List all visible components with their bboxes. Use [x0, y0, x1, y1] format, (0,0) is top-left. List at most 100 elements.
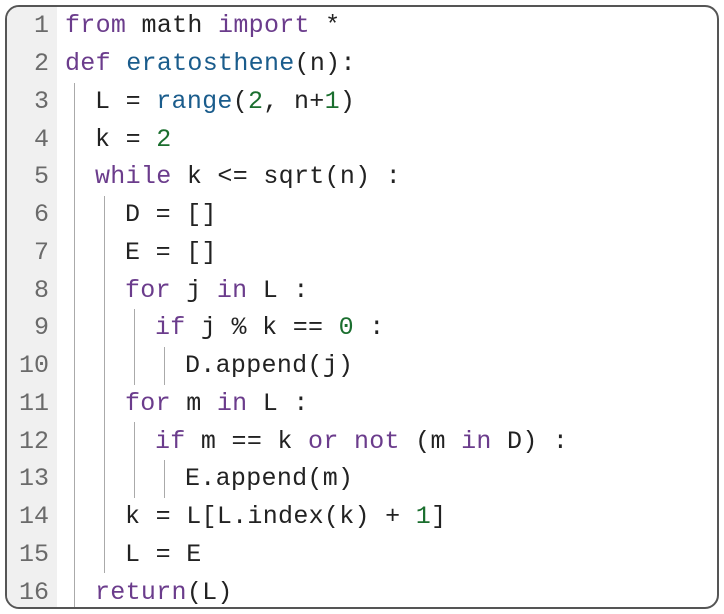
code-line: 14k = L[L.index(k) + 1]	[7, 498, 717, 536]
code-token: D) :	[507, 427, 568, 456]
code-token: D.append(j)	[185, 351, 353, 380]
line-number: 10	[7, 347, 57, 385]
line-number: 5	[7, 158, 57, 196]
code-token: in	[461, 427, 507, 456]
code-token: :	[354, 313, 385, 342]
code-line: 7E = []	[7, 234, 717, 272]
line-number: 12	[7, 422, 57, 460]
indent-guide	[104, 460, 105, 498]
code-content: def eratosthene(n):	[57, 45, 356, 83]
line-number: 2	[7, 45, 57, 83]
code-line: 5while k <= sqrt(n) :	[7, 158, 717, 196]
indent-guide	[104, 536, 105, 574]
indent-guide	[164, 460, 165, 498]
code-line: 16 return(L)	[7, 573, 717, 609]
code-token: L =	[95, 87, 156, 116]
code-token: m == k	[201, 427, 308, 456]
indent-guide	[104, 271, 105, 309]
code-line: 10 D.append(j)	[7, 347, 717, 385]
code-content: for j in L :	[57, 271, 309, 309]
code-line: 13 E.append(m)	[7, 460, 717, 498]
code-editor: 1from math import *2def eratosthene(n):3…	[5, 5, 719, 609]
code-token: if	[155, 427, 201, 456]
indent-guide	[104, 234, 105, 272]
code-token: L :	[263, 389, 309, 418]
code-line: 11 for m in L :	[7, 385, 717, 423]
code-token: m	[186, 389, 217, 418]
indent-guide	[74, 536, 75, 574]
code-token: or not	[308, 427, 415, 456]
indent-guide	[134, 422, 135, 460]
code-line: 12if m == k or not (m in D) :	[7, 422, 717, 460]
line-number: 11	[7, 385, 57, 423]
code-token: eratosthene	[126, 49, 294, 78]
code-token: for	[125, 276, 186, 305]
code-token: ]	[431, 502, 446, 531]
code-token: k =	[95, 125, 156, 154]
indent-guide	[104, 196, 105, 234]
line-number: 3	[7, 83, 57, 121]
code-token: 1	[416, 502, 431, 531]
code-content: k = 2	[57, 120, 172, 158]
code-token: 2	[156, 125, 171, 154]
indent-guide	[74, 120, 75, 158]
code-token: from	[65, 11, 142, 40]
code-token: L :	[263, 276, 309, 305]
indent-guide	[104, 309, 105, 347]
indent-guide	[104, 347, 105, 385]
line-number: 15	[7, 536, 57, 574]
code-line: 3L = range(2, n+1)	[7, 83, 717, 121]
indent-guide	[74, 347, 75, 385]
code-token: (m	[415, 427, 461, 456]
code-token: math	[142, 11, 219, 40]
indent-guide	[74, 385, 75, 423]
indent-guide	[74, 573, 75, 609]
indent-guide	[74, 309, 75, 347]
line-number: 7	[7, 234, 57, 272]
code-line: 2def eratosthene(n):	[7, 45, 717, 83]
code-token: for	[125, 389, 186, 418]
indent-guide	[74, 234, 75, 272]
code-content: if m == k or not (m in D) :	[57, 422, 568, 460]
code-line: 6 D = []	[7, 196, 717, 234]
code-line: 15 L = E	[7, 536, 717, 574]
line-number: 6	[7, 196, 57, 234]
code-content: E = []	[57, 234, 217, 272]
code-token: range	[156, 87, 233, 116]
code-token: D = []	[125, 200, 217, 229]
indent-guide	[74, 271, 75, 309]
code-token: return	[95, 578, 187, 607]
code-line: 9if j % k == 0 :	[7, 309, 717, 347]
code-content: L = range(2, n+1)	[57, 83, 355, 121]
code-token: (L)	[187, 578, 233, 607]
code-token: in	[217, 276, 263, 305]
code-token: in	[217, 389, 263, 418]
indent-guide	[134, 309, 135, 347]
code-token: 2	[248, 87, 263, 116]
code-token: if	[155, 313, 201, 342]
code-token: )	[340, 87, 355, 116]
line-number: 9	[7, 309, 57, 347]
code-token: import	[218, 11, 325, 40]
code-token: E.append(m)	[185, 464, 353, 493]
code-content: E.append(m)	[57, 460, 353, 498]
line-number: 16	[7, 573, 57, 609]
code-content: while k <= sqrt(n) :	[57, 158, 401, 196]
indent-guide	[104, 385, 105, 423]
line-number: 13	[7, 460, 57, 498]
code-token: def	[65, 49, 126, 78]
line-number: 4	[7, 120, 57, 158]
indent-guide	[74, 498, 75, 536]
indent-guide	[74, 158, 75, 196]
line-number: 1	[7, 7, 57, 45]
code-token: j % k ==	[201, 313, 339, 342]
code-content: D.append(j)	[57, 347, 353, 385]
code-token: L = E	[125, 540, 202, 569]
indent-guide	[164, 347, 165, 385]
code-line: 4k = 2	[7, 120, 717, 158]
indent-guide	[134, 347, 135, 385]
code-content: D = []	[57, 196, 217, 234]
code-token: k = L[L.index(k) +	[125, 502, 416, 531]
code-content: if j % k == 0 :	[57, 309, 385, 347]
indent-guide	[74, 196, 75, 234]
